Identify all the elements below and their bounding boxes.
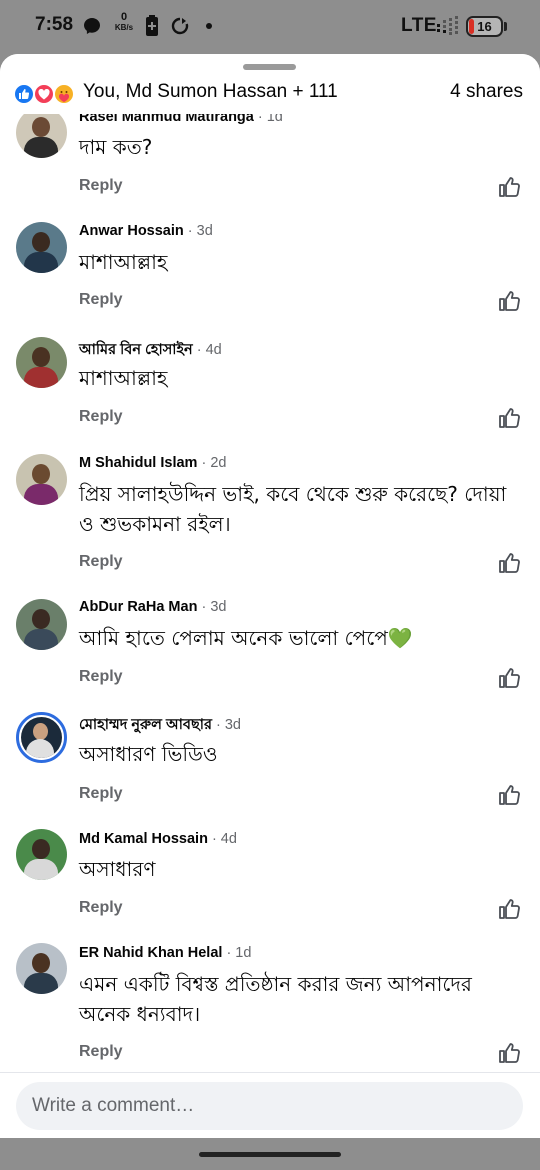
sync-icon — [170, 15, 190, 37]
avatar-body — [24, 859, 58, 880]
commenter-name-text[interactable]: আমির বিন হোসাইন — [79, 342, 193, 358]
reply-button[interactable]: Reply — [79, 785, 123, 803]
commenter-name[interactable]: Anwar Hossain · 3d — [79, 223, 213, 239]
like-thumb-icon[interactable] — [497, 289, 521, 313]
messenger-notification-icon — [82, 15, 102, 37]
comment-input[interactable] — [16, 1082, 523, 1130]
reply-button[interactable]: Reply — [79, 177, 123, 195]
more-notifications-dot-icon — [205, 15, 213, 37]
avatar-body — [24, 484, 58, 505]
network-type: LTE — [401, 15, 437, 36]
network-speed-value: 0 — [120, 11, 128, 23]
comment-text: মাশাআল্লাহ — [79, 366, 168, 390]
shares-count[interactable]: 4 shares — [450, 81, 523, 103]
like-reaction-icon — [13, 83, 35, 105]
avatar-image — [21, 717, 62, 758]
commenter-name[interactable]: আমির বিন হোসাইন · 4d — [79, 339, 222, 363]
commenter-avatar[interactable] — [16, 829, 67, 880]
avatar-body — [24, 367, 58, 388]
commenter-name-text[interactable]: ER Nahid Khan Helal — [79, 945, 222, 961]
commenter-avatar[interactable] — [16, 454, 67, 505]
reactions-summary-bar[interactable]: You, Md Sumon Hassan + 111 4 shares — [0, 80, 540, 114]
love-reaction-icon — [33, 83, 55, 105]
comment-time: · 3d — [183, 223, 213, 239]
sheet-grab-handle[interactable] — [243, 64, 296, 70]
like-thumb-icon[interactable] — [497, 406, 521, 430]
commenter-name[interactable]: ER Nahid Khan Helal · 1d — [79, 945, 251, 961]
avatar-body — [24, 252, 58, 273]
like-thumb-icon[interactable] — [497, 666, 521, 690]
reply-button[interactable]: Reply — [79, 899, 123, 917]
like-thumb-icon[interactable] — [497, 1041, 521, 1065]
avatar-head — [32, 953, 50, 973]
network-speed-unit: KB/s — [114, 23, 134, 32]
reply-button[interactable]: Reply — [79, 291, 123, 309]
status-bar: 7:58 0 KB/s LTE 16 — [0, 0, 540, 56]
home-gesture-pill[interactable] — [199, 1152, 341, 1157]
system-nav-bar — [0, 1138, 540, 1170]
commenter-name-text[interactable]: M Shahidul Islam — [79, 455, 197, 471]
comment-text: আমি হাতে পেলাম অনেক ভালো পেপে💚 — [79, 626, 413, 650]
comment-text: অসাধারণ ভিডিও — [79, 742, 218, 766]
battery-tip — [504, 22, 507, 31]
reply-button[interactable]: Reply — [79, 553, 123, 571]
comment-text: অসাধারণ — [79, 857, 156, 881]
like-thumb-icon[interactable] — [497, 783, 521, 807]
comment-text: প্রিয় সালাহউদ্দিন ভাই, কবে থেকে শুরু কর… — [79, 482, 507, 536]
reply-button[interactable]: Reply — [79, 668, 123, 686]
avatar-head — [32, 347, 50, 367]
battery-indicator: 16 — [466, 16, 503, 37]
reactors-summary[interactable]: You, Md Sumon Hassan + 111 — [83, 81, 338, 103]
comment-time: · 2d — [197, 455, 227, 471]
commenter-name[interactable]: M Shahidul Islam · 2d — [79, 455, 226, 471]
avatar-body — [24, 973, 58, 994]
avatar-body — [24, 629, 58, 650]
comment-text: মাশাআল্লাহ — [79, 250, 168, 274]
avatar-body — [24, 137, 58, 158]
reply-button[interactable]: Reply — [79, 1043, 123, 1061]
battery-saver-icon — [145, 15, 159, 37]
comments-sheet: Rasel Mahmud Matiranga · 1d দাম কত? Repl… — [0, 54, 540, 1138]
avatar-body — [26, 739, 54, 758]
commenter-name[interactable]: AbDur RaHa Man · 3d — [79, 599, 226, 615]
avatar-head — [33, 723, 48, 740]
comment-time: · 3d — [197, 599, 227, 615]
network-speed: 0 KB/s — [112, 12, 136, 33]
commenter-avatar[interactable] — [16, 222, 67, 273]
signal-strength-icon — [437, 15, 459, 37]
comment-time: · 1d — [222, 945, 252, 961]
comment-text: এমন একটি বিশ্বস্ত প্রতিষ্ঠান করার জন্য আ… — [79, 972, 472, 1026]
comment-list[interactable]: Rasel Mahmud Matiranga · 1d দাম কত? Repl… — [0, 54, 540, 1138]
like-thumb-icon[interactable] — [497, 897, 521, 921]
comment-time: · 3d — [211, 717, 241, 733]
care-reaction-icon — [53, 83, 75, 105]
avatar-head — [32, 117, 50, 137]
comment-text: দাম কত? — [79, 135, 153, 159]
comment-time: · 4d — [192, 342, 222, 358]
commenter-name-text[interactable]: Md Kamal Hossain — [79, 831, 208, 847]
commenter-name-text[interactable]: AbDur RaHa Man — [79, 599, 197, 615]
like-thumb-icon[interactable] — [497, 175, 521, 199]
reply-button[interactable]: Reply — [79, 408, 123, 426]
status-time: 7:58 — [35, 14, 74, 35]
commenter-name[interactable]: Md Kamal Hossain · 4d — [79, 831, 237, 847]
avatar-head — [32, 464, 50, 484]
comment-time: · 4d — [207, 831, 237, 847]
commenter-avatar[interactable] — [16, 712, 67, 763]
commenter-avatar[interactable] — [16, 107, 67, 158]
avatar-head — [32, 232, 50, 252]
avatar-head — [32, 839, 50, 859]
commenter-name-text[interactable]: মোহাম্মদ নুরুল আবছার — [79, 717, 212, 733]
comment-composer — [0, 1072, 540, 1138]
commenter-avatar[interactable] — [16, 943, 67, 994]
commenter-name[interactable]: মোহাম্মদ নুরুল আবছার · 3d — [79, 714, 241, 738]
commenter-name-text[interactable]: Anwar Hossain — [79, 223, 184, 239]
commenter-avatar[interactable] — [16, 599, 67, 650]
like-thumb-icon[interactable] — [497, 551, 521, 575]
commenter-avatar[interactable] — [16, 337, 67, 388]
avatar-head — [32, 609, 50, 629]
battery-percent: 16 — [477, 19, 492, 34]
